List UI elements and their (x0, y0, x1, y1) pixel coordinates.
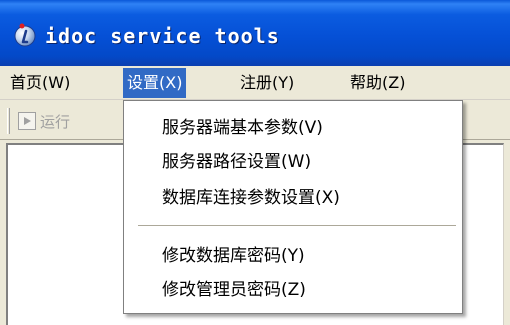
menu-item-server-path-settings[interactable]: 服务器路径设置(W) (124, 147, 462, 177)
window-title: idoc service tools (45, 24, 280, 48)
menu-register[interactable]: 注册(Y) (236, 68, 298, 98)
menu-item-change-db-password[interactable]: 修改数据库密码(Y) (124, 241, 462, 271)
run-button-label: 运行 (40, 112, 71, 131)
title-bar[interactable]: idoc service tools (0, 0, 510, 66)
menu-item-change-admin-password[interactable]: 修改管理员密码(Z) (124, 275, 462, 305)
menu-bar: 首页(W) 设置(X) 注册(Y) 帮助(Z) (0, 66, 510, 100)
menu-item-server-basic-params[interactable]: 服务器端基本参数(V) (124, 113, 462, 143)
settings-dropdown-menu: 服务器端基本参数(V) 服务器路径设置(W) 数据库连接参数设置(X) 修改数据… (123, 100, 463, 314)
menu-help[interactable]: 帮助(Z) (346, 68, 409, 98)
idoc-app-icon (14, 23, 36, 47)
menu-item-db-connection-settings[interactable]: 数据库连接参数设置(X) (124, 183, 462, 213)
menu-settings[interactable]: 设置(X) (123, 68, 187, 98)
menu-home[interactable]: 首页(W) (6, 68, 74, 98)
menu-separator (138, 225, 456, 227)
run-button[interactable]: 运行 (18, 108, 70, 134)
app-window: idoc service tools 首页(W) 设置(X) 注册(Y) 帮助(… (0, 0, 510, 325)
toolbar-grip[interactable] (7, 108, 10, 134)
run-icon (18, 112, 36, 130)
